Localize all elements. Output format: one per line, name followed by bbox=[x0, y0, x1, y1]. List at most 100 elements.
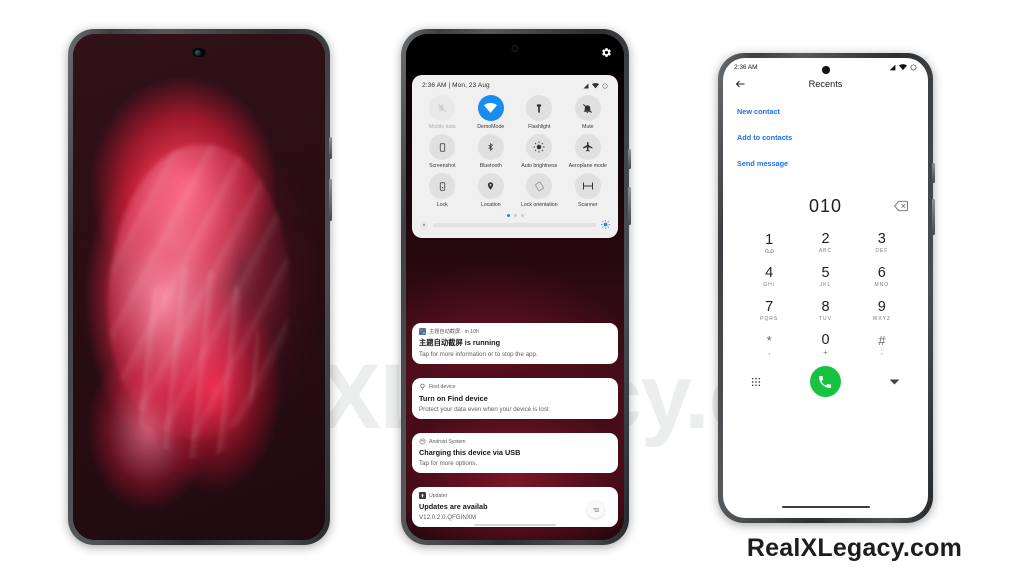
dialpad-grid-icon[interactable] bbox=[751, 377, 761, 387]
page-title: Recents bbox=[808, 79, 843, 89]
notification-app-name: Find device bbox=[429, 384, 456, 390]
qs-tile-auto-brightness[interactable]: Auto brightness bbox=[515, 134, 564, 169]
page-dot-1[interactable] bbox=[506, 214, 510, 217]
notification-card[interactable]: Find device Turn on Find device Protect … bbox=[412, 378, 618, 419]
notification-body: Protect your data even when your device … bbox=[419, 406, 549, 413]
qs-tile-aeroplane-mode[interactable]: Aeroplane mode bbox=[564, 134, 613, 169]
notification-body: V12.0.2.0.QFGINXM bbox=[419, 514, 477, 521]
battery-icon bbox=[910, 64, 917, 71]
status-bar-background bbox=[406, 34, 624, 74]
volume-button[interactable] bbox=[932, 199, 935, 235]
dialpad-key-3[interactable]: 3 DEF bbox=[854, 228, 910, 258]
dialpad-key-4[interactable]: 4 GHI bbox=[741, 262, 797, 292]
power-button[interactable] bbox=[628, 149, 631, 169]
notification-card[interactable]: Updater Updates are availab V12.0.2.0.QF… bbox=[412, 487, 618, 527]
key-digit: 2 bbox=[821, 230, 830, 247]
qs-tile-lock[interactable]: Lock bbox=[418, 173, 467, 208]
volume-button[interactable] bbox=[329, 179, 332, 221]
phone2-screen: 2:36 AM | Mon, 23 Aug Mobile data DemoMo… bbox=[406, 34, 624, 540]
flashlight-icon bbox=[526, 95, 553, 121]
qs-tile-location[interactable]: Location bbox=[467, 173, 516, 208]
settings-gear-icon[interactable] bbox=[601, 47, 612, 58]
contact-actions-list: New contact Add to contacts Send message bbox=[723, 97, 928, 168]
qs-tile-screenshot[interactable]: Screenshot bbox=[418, 134, 467, 169]
dialpad-key-1[interactable]: 1 bbox=[741, 228, 797, 258]
front-camera-punch-hole bbox=[191, 47, 207, 58]
notification-card[interactable]: Android System Charging this device via … bbox=[412, 433, 618, 473]
qs-tile-mobile-data[interactable]: Mobile data bbox=[418, 95, 467, 130]
key-letters: + bbox=[823, 347, 828, 357]
backspace-icon[interactable] bbox=[894, 200, 908, 212]
volume-button[interactable] bbox=[628, 187, 631, 225]
phone1-screen bbox=[73, 34, 325, 540]
dialpad-key-star[interactable]: * , bbox=[741, 330, 797, 360]
hamburger-icon bbox=[592, 507, 599, 512]
page-dot-2[interactable] bbox=[513, 214, 517, 217]
key-digit: 9 bbox=[877, 298, 886, 315]
page-dot-3[interactable] bbox=[520, 214, 524, 217]
dialed-number[interactable]: 010 bbox=[809, 196, 842, 217]
quick-settings-grid: Mobile data DemoMode Flashlight Mute Scr… bbox=[418, 95, 612, 208]
dialpad-key-7[interactable]: 7 PQRS bbox=[741, 296, 797, 326]
qs-label: DemoMode bbox=[477, 124, 505, 130]
action-new-contact[interactable]: New contact bbox=[737, 107, 928, 116]
signal-icon bbox=[889, 64, 896, 71]
dialpad-key-5[interactable]: 5 JKL bbox=[797, 262, 853, 292]
notification-title: Charging this device via USB bbox=[419, 448, 521, 457]
power-button[interactable] bbox=[329, 137, 332, 159]
dialpad-key-9[interactable]: 9 WXYZ bbox=[854, 296, 910, 326]
phone-device-left bbox=[68, 29, 332, 545]
qs-tile-demomode[interactable]: DemoMode bbox=[467, 95, 516, 130]
brightness-slider-row[interactable] bbox=[418, 220, 612, 230]
wifi-icon bbox=[899, 64, 907, 71]
dialpad-key-8[interactable]: 8 TUV bbox=[797, 296, 853, 326]
chevron-down-icon[interactable] bbox=[889, 378, 900, 386]
key-digit: 8 bbox=[821, 298, 830, 315]
notification-body: Tap for more options. bbox=[419, 460, 478, 467]
notification-card[interactable]: 主题自动截屏 · in 10h 主题自动截屏 is running Tap fo… bbox=[412, 323, 618, 364]
qs-tile-flashlight[interactable]: Flashlight bbox=[515, 95, 564, 130]
status-icons bbox=[889, 64, 917, 71]
phone-device-right: 2:36 AM Recents New contact Add to conta… bbox=[718, 53, 935, 523]
brightness-slider-track[interactable] bbox=[433, 222, 596, 227]
action-add-to-contacts[interactable]: Add to contacts bbox=[737, 133, 928, 142]
notification-menu-button[interactable] bbox=[587, 501, 604, 518]
key-letters: GHI bbox=[763, 282, 776, 289]
android-system-icon bbox=[419, 438, 426, 445]
gesture-navigation-bar[interactable] bbox=[474, 524, 556, 526]
battery-icon bbox=[602, 83, 608, 88]
dialpad-key-6[interactable]: 6 MNO bbox=[854, 262, 910, 292]
key-letters: TUV bbox=[818, 316, 832, 323]
power-button[interactable] bbox=[932, 163, 935, 183]
notification-app-name: Android System bbox=[429, 438, 466, 445]
notification-app-name: Updater bbox=[429, 492, 448, 499]
quick-settings-page-dots[interactable] bbox=[418, 214, 612, 217]
action-send-message[interactable]: Send message bbox=[737, 159, 928, 168]
qs-label: Scanner bbox=[578, 202, 598, 208]
qs-label: Aeroplane mode bbox=[568, 163, 607, 169]
phone-icon bbox=[819, 375, 831, 388]
key-letters: MNO bbox=[874, 282, 890, 289]
call-button[interactable] bbox=[809, 366, 841, 397]
notification-title: 主题自动截屏 is running bbox=[419, 338, 501, 347]
notification-app-name: 主题自动截屏 · in 10h bbox=[429, 329, 479, 335]
qs-tile-mute[interactable]: Mute bbox=[564, 95, 613, 130]
key-letters: PQRS bbox=[760, 316, 779, 323]
qs-label: Mobile data bbox=[428, 124, 456, 130]
qs-tile-scanner[interactable]: Scanner bbox=[564, 173, 613, 208]
front-camera-punch-hole bbox=[821, 66, 830, 74]
aeroplane-icon bbox=[574, 134, 601, 160]
dialpad-key-2[interactable]: 2 ABC bbox=[797, 228, 853, 258]
qs-label: Auto brightness bbox=[521, 163, 558, 169]
brightness-high-icon bbox=[601, 220, 610, 229]
qs-label: Mute bbox=[581, 124, 594, 130]
screenshot-canvas: RealXLegacy.com 2:36 bbox=[0, 0, 1024, 575]
qs-tile-bluetooth[interactable]: Bluetooth bbox=[467, 134, 516, 169]
screenshot-icon bbox=[429, 134, 456, 160]
signal-icon bbox=[583, 83, 589, 88]
gesture-navigation-bar[interactable] bbox=[781, 506, 870, 508]
dialpad-key-0[interactable]: 0 + bbox=[797, 330, 853, 360]
qs-tile-lock-orientation[interactable]: Lock orientation bbox=[515, 173, 564, 208]
dialpad-key-hash[interactable]: # ; bbox=[854, 330, 910, 360]
brightness-low-icon bbox=[420, 220, 428, 229]
